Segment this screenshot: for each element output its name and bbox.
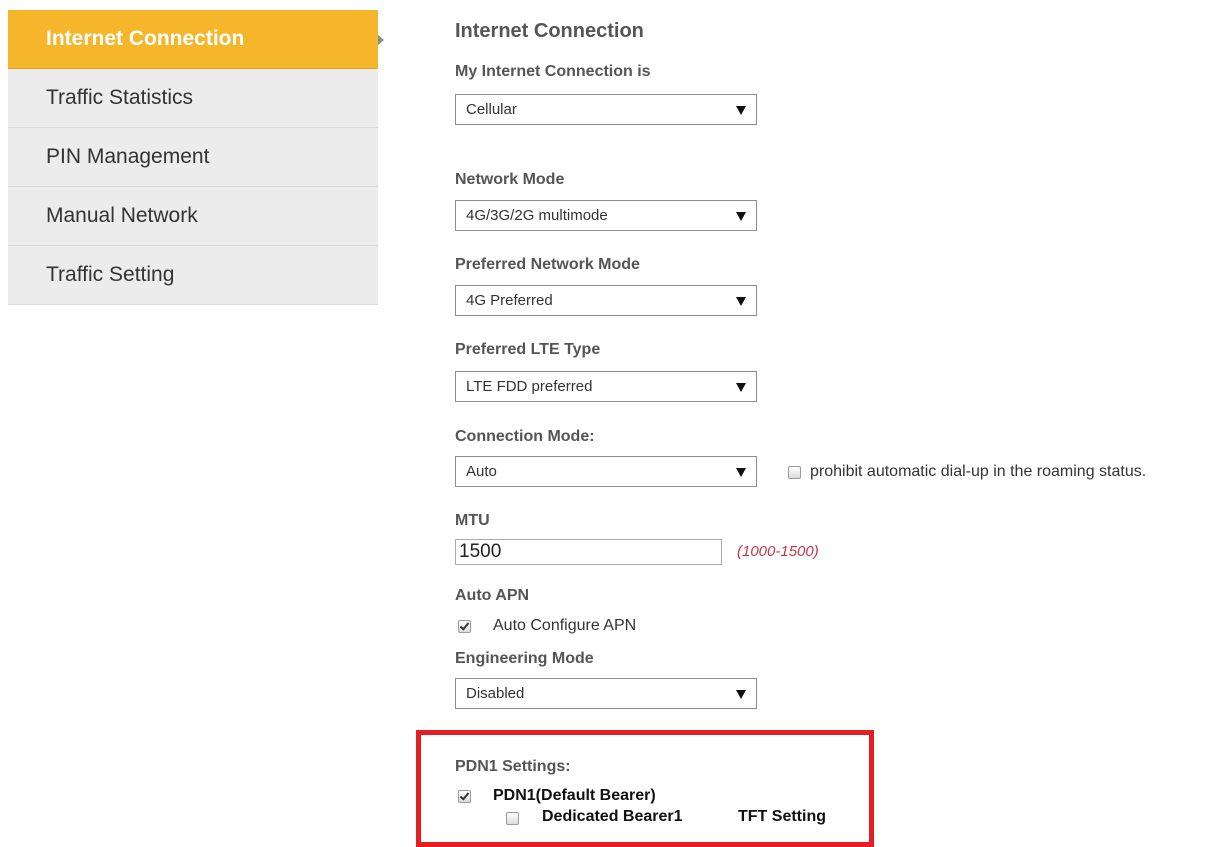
sidebar-item-internet-connection[interactable]: Internet Connection bbox=[8, 10, 378, 69]
dropdown-arrow-icon bbox=[736, 468, 746, 477]
dropdown-arrow-icon bbox=[736, 212, 746, 221]
preferred-lte-type-label: Preferred LTE Type bbox=[455, 341, 601, 358]
active-indicator-arrow-icon bbox=[378, 35, 384, 45]
mtu-input[interactable] bbox=[455, 539, 722, 565]
preferred-lte-type-select[interactable]: LTE FDD preferred bbox=[455, 371, 757, 402]
dropdown-arrow-icon bbox=[736, 297, 746, 306]
preferred-network-mode-value: 4G Preferred bbox=[466, 292, 553, 309]
roaming-dialup-label: prohibit automatic dial-up in the roamin… bbox=[810, 463, 1147, 480]
preferred-network-mode-label: Preferred Network Mode bbox=[455, 256, 640, 273]
auto-apn-checkbox-label: Auto Configure APN bbox=[493, 617, 637, 634]
roaming-dialup-checkbox[interactable] bbox=[788, 466, 801, 479]
sidebar-item-label: Traffic Statistics bbox=[46, 86, 194, 109]
network-mode-label: Network Mode bbox=[455, 171, 565, 188]
pdn1-highlight-box bbox=[416, 730, 874, 847]
engineering-mode-value: Disabled bbox=[466, 685, 525, 702]
sidebar-item-label: Traffic Setting bbox=[46, 263, 175, 286]
network-mode-value: 4G/3G/2G multimode bbox=[466, 207, 608, 224]
sidebar: Internet Connection Traffic Statistics P… bbox=[8, 10, 378, 305]
dropdown-arrow-icon bbox=[736, 690, 746, 699]
sidebar-item-label: Manual Network bbox=[46, 204, 198, 227]
auto-apn-checkbox[interactable] bbox=[458, 620, 471, 633]
connection-type-label: My Internet Connection is bbox=[455, 63, 651, 80]
dropdown-arrow-icon bbox=[736, 383, 746, 392]
connection-mode-select[interactable]: Auto bbox=[455, 456, 757, 487]
engineering-mode-select[interactable]: Disabled bbox=[455, 678, 757, 709]
sidebar-item-label: Internet Connection bbox=[46, 27, 245, 50]
preferred-lte-type-value: LTE FDD preferred bbox=[466, 378, 593, 395]
connection-type-value: Cellular bbox=[466, 101, 517, 118]
network-mode-select[interactable]: 4G/3G/2G multimode bbox=[455, 200, 757, 231]
sidebar-item-manual-network[interactable]: Manual Network bbox=[8, 187, 378, 246]
mtu-label: MTU bbox=[455, 512, 490, 529]
connection-mode-label: Connection Mode: bbox=[455, 428, 595, 445]
page-title: Internet Connection bbox=[455, 20, 644, 42]
auto-apn-label: Auto APN bbox=[455, 587, 530, 604]
dropdown-arrow-icon bbox=[736, 106, 746, 115]
preferred-network-mode-select[interactable]: 4G Preferred bbox=[455, 285, 757, 316]
connection-type-select[interactable]: Cellular bbox=[455, 94, 757, 125]
sidebar-item-traffic-statistics[interactable]: Traffic Statistics bbox=[8, 69, 378, 128]
mtu-range-hint: (1000-1500) bbox=[737, 543, 819, 560]
connection-mode-value: Auto bbox=[466, 463, 497, 480]
engineering-mode-label: Engineering Mode bbox=[455, 650, 594, 667]
sidebar-item-pin-management[interactable]: PIN Management bbox=[8, 128, 378, 187]
sidebar-item-traffic-setting[interactable]: Traffic Setting bbox=[8, 246, 378, 305]
sidebar-item-label: PIN Management bbox=[46, 145, 210, 168]
